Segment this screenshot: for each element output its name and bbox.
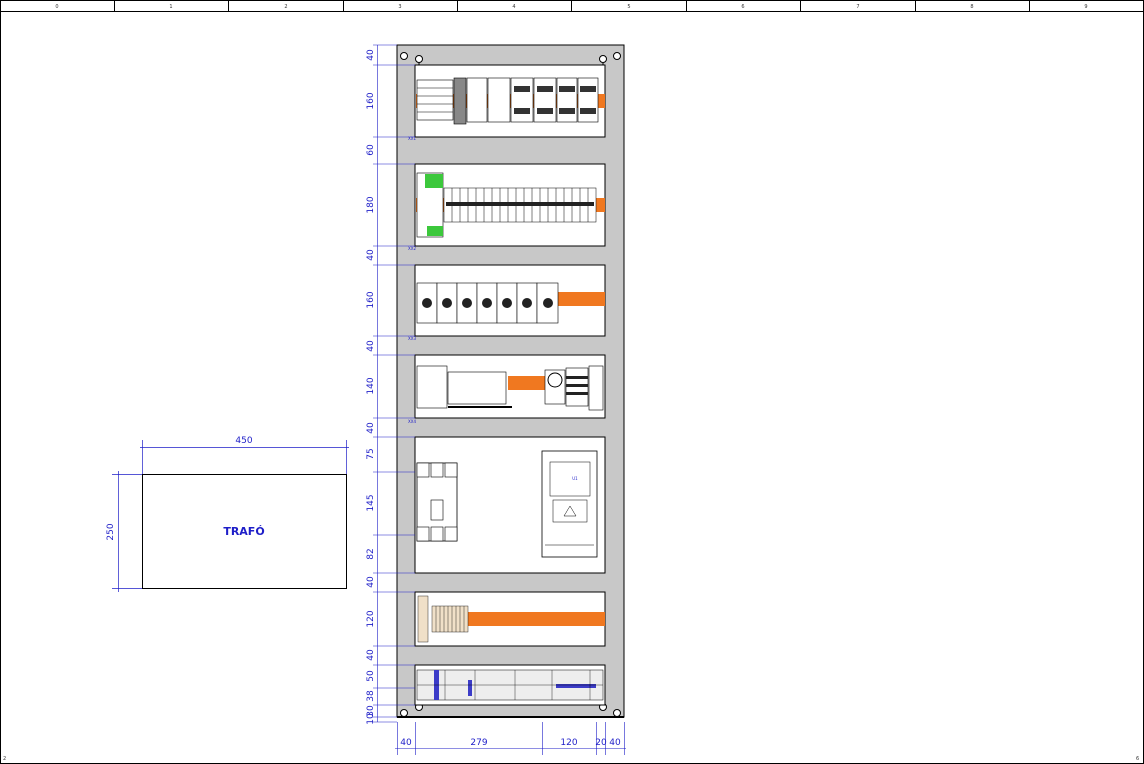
- din-rail: [468, 612, 605, 626]
- column-label: 3: [398, 4, 401, 10]
- terminal-block: [427, 226, 443, 236]
- dim-label: 75: [366, 448, 376, 459]
- trafo-height-dim: 250: [106, 523, 116, 540]
- dim-label: 160: [366, 92, 376, 109]
- column-label: 1: [169, 4, 172, 10]
- dim-label: 10: [366, 713, 376, 725]
- mounting-tray-5: U1: [414, 436, 606, 574]
- column-label: 2: [284, 4, 287, 10]
- dim-label: 40: [366, 649, 376, 661]
- frequency-inverter: U1: [541, 450, 598, 558]
- mounting-tray-1: XX1: [408, 64, 606, 141]
- dim-label: 40: [366, 249, 376, 261]
- drawing-sheet: 0 1 2 3 4 5 6 7 8 9 2 6 450 250 TRAFÓ XX…: [0, 0, 1144, 764]
- dim-label: 20: [595, 738, 607, 748]
- dim-label: 40: [366, 49, 376, 61]
- dim-label: 38: [366, 690, 376, 702]
- corner-label-right: 6: [1136, 756, 1139, 762]
- mounting-hole: [400, 709, 408, 717]
- rail-tag: XX3: [408, 336, 416, 341]
- dim-label: 180: [366, 196, 376, 213]
- main-breaker: [416, 462, 458, 542]
- dim-label: 60: [366, 144, 376, 156]
- mounting-hole: [613, 709, 621, 717]
- din-rail: [508, 376, 546, 390]
- dim-label: 50: [366, 670, 376, 682]
- terminal-block: [425, 174, 443, 188]
- mounting-hole: [613, 52, 621, 60]
- dim-label: 120: [560, 738, 577, 748]
- rail-tag: XX4: [408, 419, 416, 424]
- corner-label-left: 2: [3, 756, 6, 762]
- column-label: 6: [741, 4, 744, 10]
- mounting-tray-4: XX4: [408, 354, 606, 424]
- inverter-label: U1: [572, 476, 578, 481]
- dim-label: 40: [366, 576, 376, 588]
- mounting-tray-7: [414, 664, 606, 706]
- dim-label: 82: [366, 548, 376, 559]
- dim-label: 140: [366, 377, 376, 394]
- trafo-label: TRAFÓ: [223, 525, 264, 538]
- column-label: 4: [512, 4, 515, 10]
- mounting-hole: [400, 52, 408, 60]
- vertical-dimension-labels: 40 160 60 180 40 160 40 140 40 75 145 82…: [366, 49, 376, 725]
- column-label: 5: [627, 4, 630, 10]
- column-label: 8: [970, 4, 973, 10]
- mounting-tray-3: XX3: [408, 264, 606, 341]
- dim-label: 120: [366, 610, 376, 627]
- dim-label: 40: [366, 422, 376, 434]
- dim-label: 40: [609, 738, 621, 748]
- dim-label: 279: [470, 738, 487, 748]
- column-label: 7: [856, 4, 859, 10]
- mounting-tray-6: [414, 591, 606, 647]
- trafo-width-dim: 450: [235, 436, 252, 446]
- dim-label: 145: [366, 494, 376, 511]
- dim-label: 40: [366, 340, 376, 352]
- din-rail: [558, 292, 605, 306]
- column-label: 9: [1084, 4, 1087, 10]
- dim-label: 40: [400, 738, 412, 748]
- dim-label: 160: [366, 291, 376, 308]
- column-label: 0: [55, 4, 58, 10]
- rail-tag: XX2: [408, 246, 416, 251]
- mounting-tray-2: XX2: [408, 163, 606, 251]
